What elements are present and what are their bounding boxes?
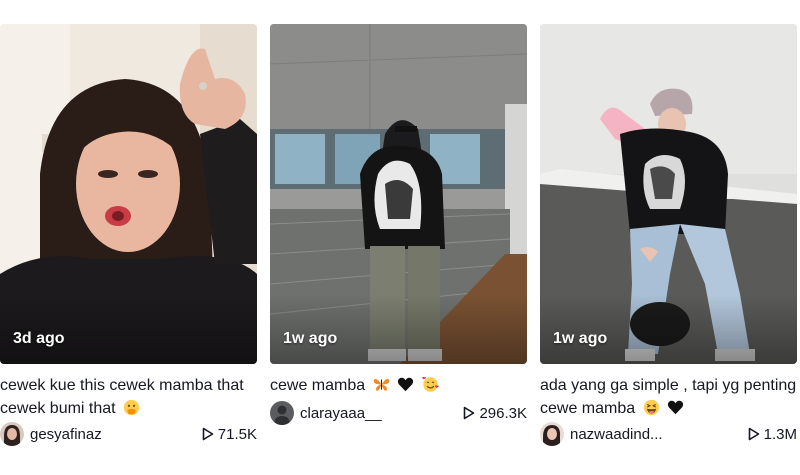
video-thumbnail[interactable]: 3d ago xyxy=(0,24,257,364)
grinning-squinting-emoji xyxy=(643,399,659,416)
video-card[interactable]: 3d ago cewek kue this cewek mamba that c… xyxy=(0,24,257,448)
avatar xyxy=(270,401,294,425)
play-icon xyxy=(202,427,214,441)
black-heart-emoji xyxy=(667,400,684,415)
play-count: 1.3M xyxy=(748,426,797,443)
play-count-value: 296.3K xyxy=(479,404,527,422)
video-caption[interactable]: cewek kue this cewek mamba that cewek bu… xyxy=(0,374,257,420)
caption-text: cewek kue this cewek mamba that cewek bu… xyxy=(0,377,244,417)
play-count: 71.5K xyxy=(202,426,257,443)
avatar xyxy=(0,422,24,446)
avatar xyxy=(540,422,564,446)
time-ago-label: 1w ago xyxy=(553,330,608,347)
time-ago-label: 3d ago xyxy=(13,330,65,347)
author-link[interactable]: clarayaaa__ xyxy=(270,401,382,425)
username: clarayaaa__ xyxy=(300,404,382,422)
butterfly-emoji xyxy=(373,378,389,391)
thumbnail-gradient xyxy=(270,294,527,364)
video-thumbnail[interactable]: 1w ago xyxy=(540,24,797,364)
thumbnail-gradient xyxy=(0,294,257,364)
author-link[interactable]: gesyafinaz xyxy=(0,422,102,446)
play-count: 296.3K xyxy=(463,405,527,422)
username: gesyafinaz xyxy=(30,425,102,443)
video-caption[interactable]: cewe mamba xyxy=(270,374,527,397)
caption-text: cewe mamba xyxy=(270,377,366,394)
video-caption[interactable]: ada yang ga simple , tapi yg penting cew… xyxy=(540,374,797,420)
smiling-face-with-hearts-emoji xyxy=(421,376,439,392)
author-link[interactable]: nazwaadind... xyxy=(540,422,663,446)
username: nazwaadind... xyxy=(570,425,663,443)
video-card[interactable]: 1w ago cewe mamba clarayaaa__ 296.3K xyxy=(270,24,527,427)
black-heart-emoji xyxy=(397,377,414,392)
hand-over-mouth-emoji xyxy=(123,399,140,416)
time-ago-label: 1w ago xyxy=(283,330,338,347)
play-icon xyxy=(464,406,475,420)
video-thumbnail[interactable]: 1w ago xyxy=(270,24,527,364)
play-count-value: 71.5K xyxy=(217,425,257,443)
play-count-value: 1.3M xyxy=(763,425,797,443)
video-card[interactable]: 1w ago ada yang ga simple , tapi yg pent… xyxy=(540,24,797,448)
play-icon xyxy=(748,427,759,441)
thumbnail-gradient xyxy=(540,294,797,364)
